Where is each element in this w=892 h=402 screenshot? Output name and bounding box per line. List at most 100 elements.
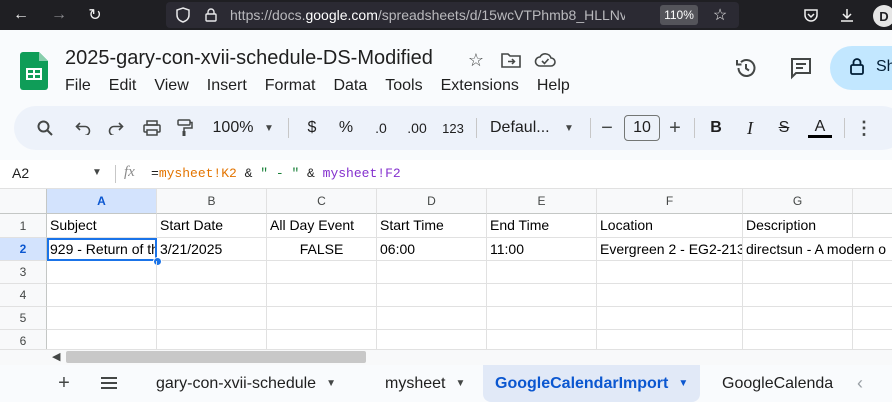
address-bar[interactable]: https://docs.google.com/spreadsheets/d/1… [166,2,739,28]
decrease-decimal-button[interactable]: .0 [368,106,394,150]
download-icon[interactable] [836,4,858,26]
horizontal-scrollbar[interactable]: ◀ [0,349,892,365]
column-header-b[interactable]: B [157,189,267,214]
name-box[interactable]: A2 [12,165,29,181]
cell-b2[interactable]: 3/21/2025 [157,238,267,261]
column-header-h[interactable] [853,189,892,214]
currency-format-button[interactable]: $ [302,106,322,150]
chevron-down-icon[interactable]: ▼ [455,378,465,389]
column-header-a[interactable]: A [47,189,157,214]
increase-font-size-button[interactable]: + [666,106,684,150]
font-size-input[interactable]: 10 [624,115,660,141]
bookmark-star-icon[interactable]: ☆ [709,4,731,26]
sheet-tab-googlecalendar[interactable]: GoogleCalenda [722,365,834,402]
menu-extensions[interactable]: Extensions [432,75,528,97]
row-header-5[interactable]: 5 [0,307,47,330]
back-arrow-icon[interactable]: ← [10,4,32,26]
sheet-tab-gary-con[interactable]: gary-con-xvii-schedule ▼ [156,365,336,402]
search-menus-icon[interactable] [34,106,56,150]
row-header-4[interactable]: 4 [0,284,47,307]
cell-g1[interactable]: Description [743,214,853,238]
percent-format-button[interactable]: % [336,106,356,150]
chevron-down-icon[interactable]: ▼ [678,378,688,389]
menu-help[interactable]: Help [528,75,579,97]
scroll-tabs-left-icon[interactable]: ‹ [848,371,872,395]
row-header-2[interactable]: 2 [0,238,47,261]
font-family-select[interactable]: Defaul... [490,106,554,150]
cell-d2[interactable]: 06:00 [377,238,487,261]
scroll-left-icon[interactable]: ◀ [52,350,60,365]
formula-input[interactable]: =mysheet!K2 & " - " & mysheet!F2 [151,166,401,181]
font-dropdown-icon[interactable]: ▼ [562,106,576,150]
undo-icon[interactable] [71,106,95,150]
comments-icon[interactable] [786,53,816,83]
sheet-tab-mysheet[interactable]: mysheet ▼ [385,365,465,402]
column-header-c[interactable]: C [267,189,377,214]
cell-e1[interactable]: End Time [487,214,597,238]
reload-icon[interactable]: ↻ [84,4,106,26]
forward-arrow-icon[interactable]: → [48,4,70,26]
cell-c2[interactable]: FALSE [267,238,377,261]
column-header-d[interactable]: D [377,189,487,214]
italic-button[interactable]: I [740,106,760,150]
zoom-dropdown-icon[interactable]: ▼ [262,106,276,150]
cell-e2[interactable]: 11:00 [487,238,597,261]
menu-data[interactable]: Data [324,75,376,97]
cell-f2[interactable]: Evergreen 2 - EG2-213 [597,238,743,261]
paint-format-icon[interactable] [173,106,197,150]
column-header-e[interactable]: E [487,189,597,214]
all-sheets-icon[interactable] [97,371,121,395]
scrollbar-thumb[interactable] [66,351,366,363]
chevron-down-icon[interactable]: ▼ [326,378,336,389]
cell-d1[interactable]: Start Time [377,214,487,238]
cell-a2[interactable]: 929 - Return of th [47,238,157,261]
lock-icon[interactable] [200,4,222,26]
increase-decimal-button[interactable]: .00 [402,106,432,150]
menu-format[interactable]: Format [256,75,325,97]
add-sheet-icon[interactable]: + [52,371,76,395]
move-folder-icon[interactable] [500,49,522,71]
menu-file[interactable]: File [56,75,100,97]
row-header-1[interactable]: 1 [0,214,47,238]
name-box-dropdown-icon[interactable]: ▼ [92,167,102,178]
profile-avatar[interactable]: D [873,5,892,27]
more-options-icon[interactable]: ⋮ [855,106,873,150]
shield-icon[interactable] [172,4,194,26]
cell-a1[interactable]: Subject [47,214,157,238]
select-all-corner[interactable] [0,189,47,214]
empty-row-4[interactable] [47,284,892,307]
row-header-6[interactable]: 6 [0,330,47,349]
zoom-select[interactable]: 100% [210,106,256,150]
more-formats-button[interactable]: 123 [440,106,466,150]
column-header-f[interactable]: F [597,189,743,214]
version-history-icon[interactable] [731,53,761,83]
strikethrough-button[interactable]: S [774,106,794,150]
star-icon[interactable]: ☆ [465,49,487,71]
cell-b1[interactable]: Start Date [157,214,267,238]
column-header-g[interactable]: G [743,189,853,214]
cell-c1[interactable]: All Day Event [267,214,377,238]
sheet-tab-googlecalendarimport[interactable]: GoogleCalendarImport ▼ [483,365,701,402]
print-icon[interactable] [140,106,164,150]
empty-row-6[interactable] [47,330,892,349]
menu-insert[interactable]: Insert [198,75,256,97]
menu-tools[interactable]: Tools [376,75,431,97]
sheets-logo-icon[interactable] [20,52,48,90]
cell-g2[interactable]: directsun - A modern o [743,238,892,261]
pocket-icon[interactable] [800,4,822,26]
empty-row-3[interactable] [47,261,892,284]
cloud-saved-icon[interactable] [534,49,556,71]
menu-edit[interactable]: Edit [100,75,146,97]
redo-icon[interactable] [104,106,128,150]
text-color-button[interactable]: A [808,106,832,150]
cell-f1[interactable]: Location [597,214,743,238]
document-title[interactable]: 2025-gary-con-xvii-schedule-DS-Modified [65,47,433,70]
decrease-font-size-button[interactable]: − [598,106,616,150]
zoom-badge[interactable]: 110% [660,5,698,25]
row-header-3[interactable]: 3 [0,261,47,284]
url-text[interactable]: https://docs.google.com/spreadsheets/d/1… [230,7,625,23]
menu-view[interactable]: View [145,75,197,97]
spreadsheet-grid[interactable]: A B C D E F G 1 2 3 4 5 6 Subject Start … [0,189,892,349]
empty-row-5[interactable] [47,307,892,330]
share-button[interactable]: Sh [830,46,892,90]
